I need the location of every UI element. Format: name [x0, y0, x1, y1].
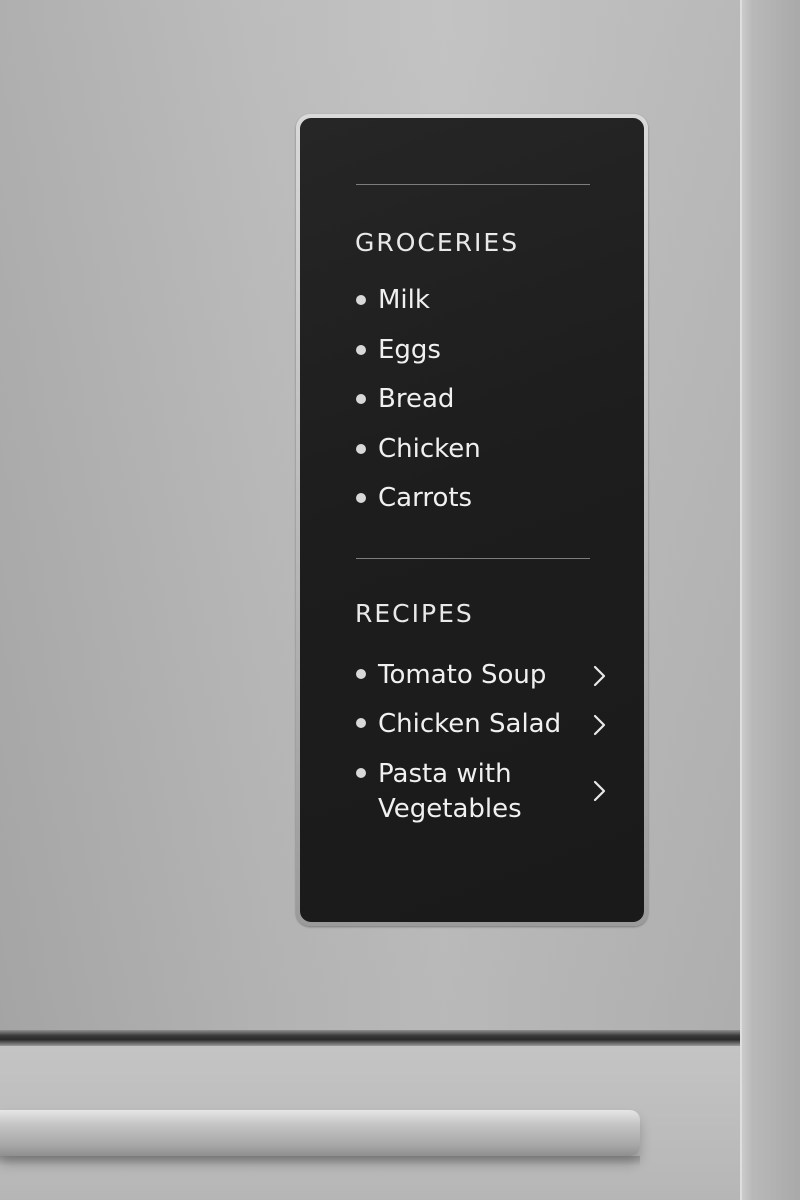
bullet-icon [356, 768, 366, 778]
grocery-item[interactable]: Bread [356, 383, 616, 433]
bullet-icon [356, 443, 366, 454]
fridge-display-screen: GROCERIES Milk Eggs Bread Chicken Carrot… [300, 118, 644, 922]
recipe-item-label: Tomato Soup [378, 660, 547, 690]
bullet-icon [356, 669, 366, 679]
grocery-item-label: Eggs [378, 334, 441, 365]
recipe-item-label: Chicken Salad [378, 709, 562, 739]
chevron-right-icon[interactable] [590, 777, 608, 805]
recipe-item-chicken-salad[interactable]: Chicken Salad [356, 707, 616, 757]
groceries-heading: GROCERIES [355, 228, 520, 257]
grocery-item[interactable]: Eggs [356, 334, 616, 384]
bullet-icon [356, 394, 366, 404]
recipes-heading: RECIPES [355, 599, 474, 628]
recipe-item-label: Pasta with Vegetables [378, 759, 522, 824]
recipe-item-tomato-soup[interactable]: Tomato Soup [356, 658, 616, 707]
grocery-item-label: Carrots [378, 483, 473, 513]
grocery-item-label: Bread [378, 384, 455, 414]
fridge-side-panel [740, 0, 800, 1200]
chevron-right-icon[interactable] [590, 711, 608, 739]
drawer-handle[interactable] [0, 1110, 640, 1156]
chevron-right-icon[interactable] [590, 662, 608, 690]
recipe-list: Tomato Soup Chicken Salad Pasta with Veg… [356, 658, 616, 829]
grocery-item[interactable]: Milk [356, 284, 616, 334]
bullet-icon [356, 493, 366, 503]
grocery-item-label: Milk [378, 285, 430, 315]
divider-top [356, 184, 590, 185]
bullet-icon [356, 344, 366, 355]
divider-middle [356, 558, 590, 559]
door-seam [0, 1030, 740, 1046]
grocery-item[interactable]: Carrots [356, 482, 616, 532]
recipe-item-pasta-with-vegetables[interactable]: Pasta with Vegetables [356, 757, 616, 829]
grocery-item[interactable]: Chicken [356, 433, 616, 483]
bullet-icon [356, 295, 366, 305]
grocery-item-label: Chicken [378, 433, 481, 464]
bullet-icon [356, 718, 366, 728]
grocery-list: Milk Eggs Bread Chicken Carrots [356, 284, 616, 532]
drawer-handle-shadow [0, 1156, 640, 1166]
